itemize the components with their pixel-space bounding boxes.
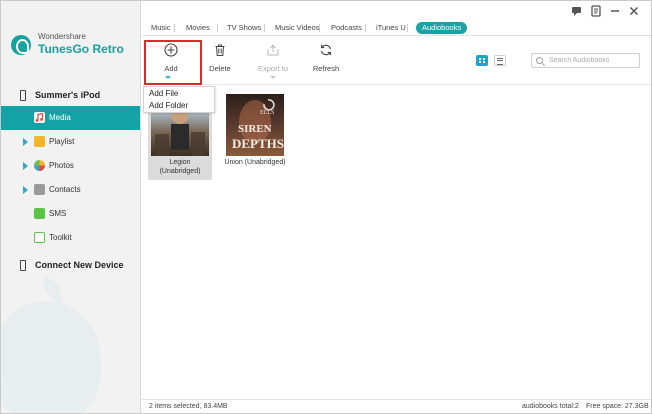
delete-button[interactable]: Delete [199, 37, 241, 83]
tab-music-videos[interactable]: Music Videos [269, 22, 325, 34]
sidebar-item-label: Contacts [49, 185, 81, 194]
audiobook-item-union[interactable]: ELLS SIREN DEPTHS Union (Unabridged) [223, 94, 287, 180]
feedback-icon[interactable] [571, 5, 583, 17]
status-bar: 2 items selected, 83.4MB audiobooks tota… [142, 399, 651, 413]
music-icon [34, 112, 45, 123]
connect-label: Connect New Device [35, 260, 124, 270]
tab-divider [217, 24, 218, 32]
sms-icon [34, 208, 45, 219]
refresh-label: Refresh [312, 64, 340, 73]
list-view-icon[interactable] [494, 55, 506, 66]
search-input[interactable] [549, 55, 637, 66]
expand-arrow-icon[interactable] [23, 186, 28, 194]
sidebar-item-label: Media [49, 113, 71, 122]
cover-text-depths: DEPTHS [232, 136, 284, 151]
sidebar-item-label: Playlist [49, 137, 75, 146]
device-icon [20, 260, 26, 271]
device-summers-ipod[interactable]: Summer's iPod [1, 87, 140, 105]
audiobook-title-line: Legion [169, 159, 191, 166]
total-count: audiobooks total:2 [522, 403, 579, 410]
contacts-icon [34, 184, 45, 195]
audiobook-title: Legion (Unabridged) [148, 158, 212, 176]
tab-movies[interactable]: Movies [180, 22, 216, 34]
brand-company: Wondershare [38, 32, 86, 41]
tab-divider [365, 24, 366, 32]
toolkit-icon [34, 232, 45, 243]
free-space: Free space: 27.3GB [586, 403, 649, 410]
brand-product: TunesGo Retro [38, 42, 124, 56]
export-icon [266, 43, 280, 57]
tab-audiobooks[interactable]: Audiobooks [416, 22, 468, 34]
add-file-menu-item[interactable]: Add File [149, 89, 178, 98]
expand-arrow-icon[interactable] [23, 138, 28, 146]
tab-music[interactable]: Music [145, 22, 177, 34]
sidebar-item-media[interactable]: Media [1, 106, 140, 130]
add-button-highlight [144, 40, 202, 85]
export-button[interactable]: Export to [250, 37, 296, 83]
sidebar-item-label: Toolkit [49, 233, 72, 242]
add-menu: Add File Add Folder [143, 86, 215, 113]
photos-icon [34, 160, 45, 171]
grid-view-icon[interactable] [476, 55, 488, 66]
tab-tv-shows[interactable]: TV Shows [221, 22, 267, 34]
tab-podcasts[interactable]: Podcasts [325, 22, 368, 34]
expand-arrow-icon[interactable] [23, 162, 28, 170]
close-icon[interactable] [628, 5, 640, 17]
sidebar: Wondershare TunesGo Retro Summer's iPod … [1, 1, 141, 413]
delete-label: Delete [209, 64, 231, 73]
playlist-icon [34, 136, 45, 147]
tab-itunes-u[interactable]: iTunes U [370, 22, 412, 34]
audiobook-cover: ELLS SIREN DEPTHS [226, 94, 284, 156]
tunesgo-logo-icon [11, 35, 31, 55]
selection-status: 2 items selected, 83.4MB [149, 403, 228, 410]
export-dropdown-caret-icon [270, 76, 276, 79]
tab-divider [407, 24, 408, 32]
connect-new-device[interactable]: Connect New Device [1, 257, 140, 275]
search-box [531, 53, 640, 68]
category-tabs: Music Movies TV Shows Music Videos Podca… [142, 20, 651, 36]
tab-divider [319, 24, 320, 32]
export-label: Export to [257, 64, 288, 73]
refresh-button[interactable]: Refresh [303, 37, 349, 83]
audiobook-title: Union (Unabridged) [223, 158, 287, 167]
trash-icon [213, 43, 227, 57]
sidebar-item-label: Photos [49, 161, 74, 170]
sidebar-item-label: SMS [49, 209, 67, 218]
refresh-icon [319, 43, 333, 57]
audiobook-subtitle-line: (Unabridged) [159, 168, 201, 175]
tab-divider [174, 24, 175, 32]
sidebar-item-playlist[interactable]: Playlist [1, 130, 140, 154]
cover-text-siren: SIREN [238, 123, 272, 135]
cover-text-ells: ELLS [260, 110, 274, 116]
add-folder-menu-item[interactable]: Add Folder [149, 101, 188, 110]
minimize-icon[interactable] [609, 5, 621, 17]
add-dropdown-caret-icon[interactable] [165, 76, 171, 79]
device-label: Summer's iPod [35, 90, 101, 100]
sidebar-item-sms[interactable]: SMS [1, 202, 140, 226]
sidebar-item-toolkit[interactable]: Toolkit [1, 226, 140, 250]
search-icon [536, 57, 543, 64]
ipod-icon [20, 90, 26, 101]
menu-icon[interactable] [590, 5, 602, 17]
sidebar-item-photos[interactable]: Photos [1, 154, 140, 178]
tab-divider [264, 24, 265, 32]
audiobook-title-line: Union (Unabridged) [224, 159, 286, 166]
apple-watermark [1, 277, 101, 413]
sidebar-item-contacts[interactable]: Contacts [1, 178, 140, 202]
